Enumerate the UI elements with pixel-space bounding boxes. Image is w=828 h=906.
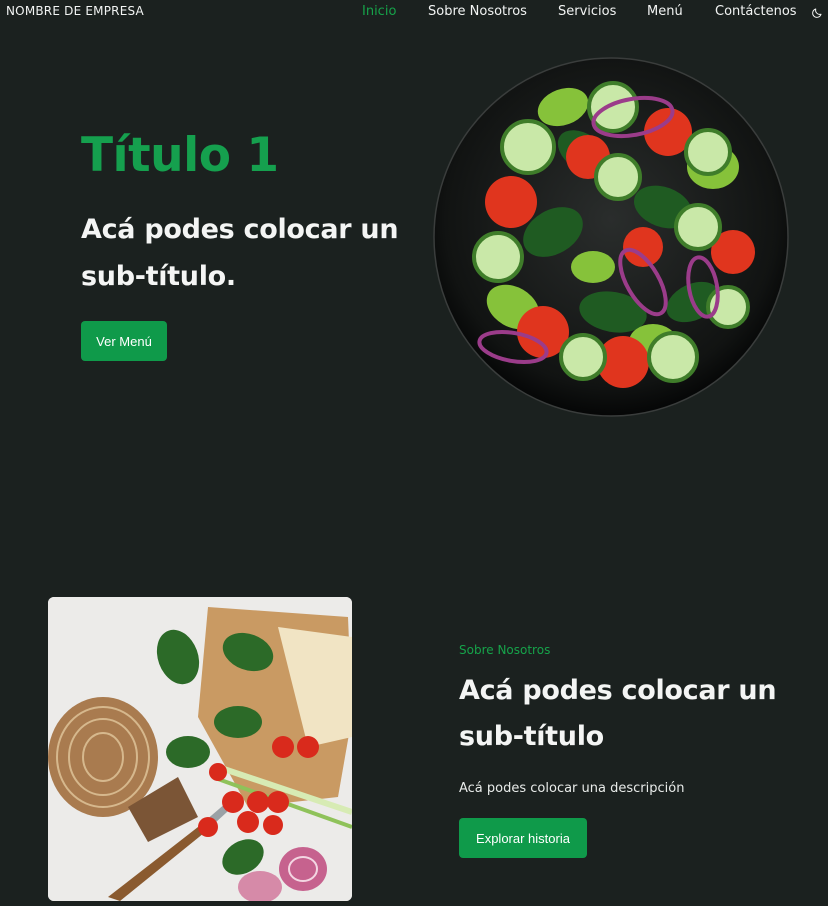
view-menu-button[interactable]: Ver Menú (81, 321, 167, 361)
about-description: Acá podes colocar una descripción (459, 781, 685, 796)
nav-link-inicio[interactable]: Inicio (362, 4, 396, 19)
hero-title: Título 1 (81, 128, 279, 183)
explore-history-button[interactable]: Explorar historia (459, 818, 587, 858)
about-title: Acá podes colocar un sub-título (459, 675, 777, 752)
nav-link-contactenos[interactable]: Contáctenos (715, 4, 797, 19)
ingredients-image (48, 597, 352, 901)
nav-link-menu[interactable]: Menú (647, 4, 683, 19)
nav-link-servicios[interactable]: Servicios (558, 4, 616, 19)
navbar: NOMBRE DE EMPRESA Inicio Sobre Nosotros … (0, 0, 828, 24)
moon-icon[interactable] (811, 4, 825, 18)
brand-name[interactable]: NOMBRE DE EMPRESA (6, 4, 144, 18)
about-kicker: Sobre Nosotros (459, 643, 551, 657)
landing-page: NOMBRE DE EMPRESA Inicio Sobre Nosotros … (0, 0, 828, 906)
salad-bowl-image (433, 57, 789, 417)
nav-link-sobre-nosotros[interactable]: Sobre Nosotros (428, 4, 527, 19)
hero-subtitle: Acá podes colocar un sub-título. (81, 214, 399, 292)
